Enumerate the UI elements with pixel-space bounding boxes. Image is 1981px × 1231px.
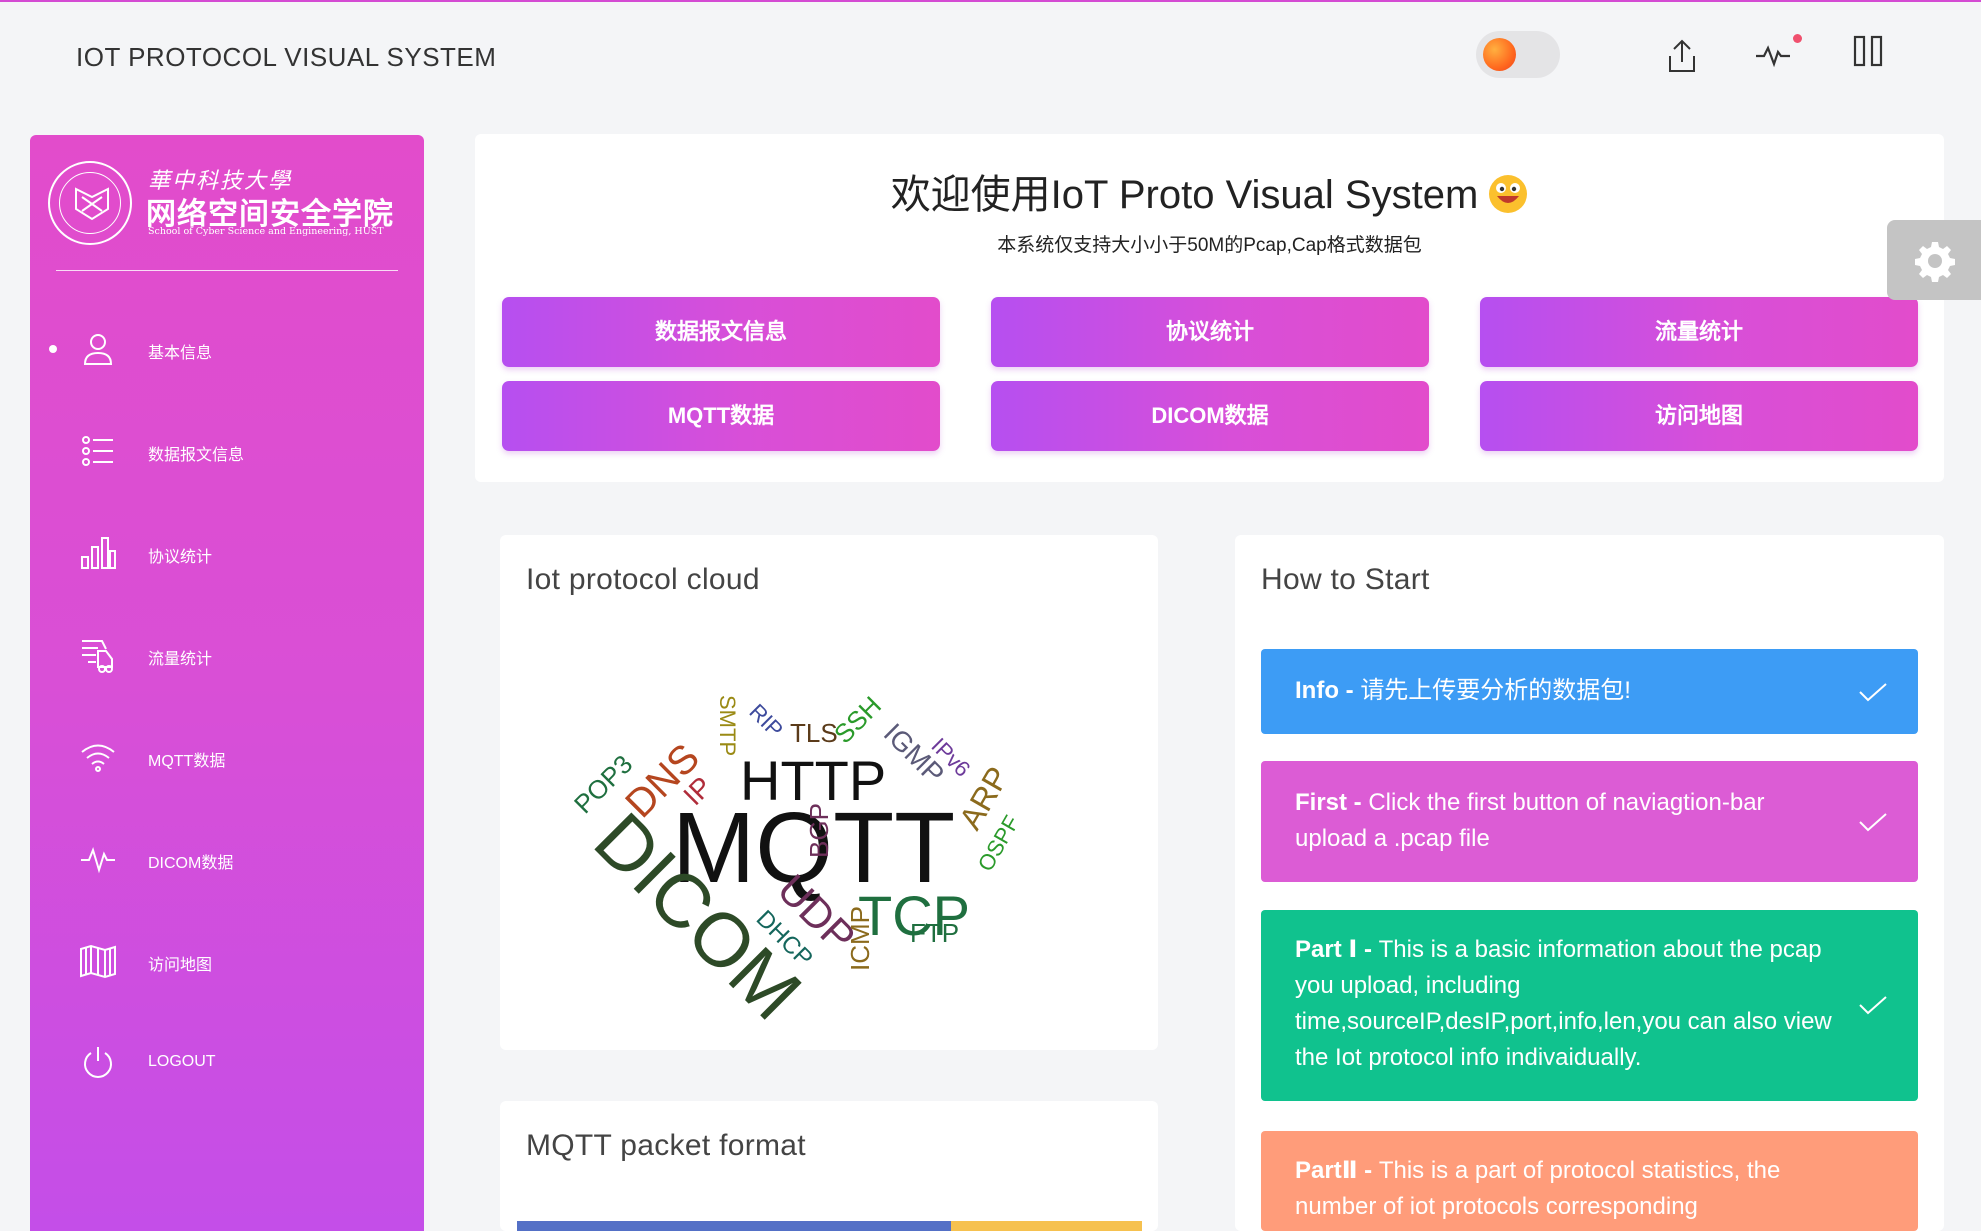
step-lead: PartⅡ - (1295, 1157, 1379, 1184)
sidebar-item-label: 访问地图 (148, 957, 213, 974)
map-icon (78, 941, 118, 981)
pulse-icon (78, 839, 118, 879)
mqtt-data-button[interactable]: MQTT数据 (502, 381, 940, 451)
sidebar-item-mqtt[interactable]: MQTT数据 (30, 727, 424, 787)
sidebar-item-protocol-stats[interactable]: 协议统计 (30, 523, 424, 583)
sidebar-item-packet-info[interactable]: 数据报文信息 (30, 421, 424, 481)
welcome-subtitle: 本系统仅支持大小小于50M的Pcap,Cap格式数据包 (997, 235, 1422, 256)
activity-icon[interactable] (1752, 34, 1796, 78)
step-lead: First - (1295, 789, 1369, 816)
access-map-button[interactable]: 访问地图 (1480, 381, 1918, 451)
sidebar-item-basic-info[interactable]: 基本信息 (30, 319, 424, 379)
user-icon (78, 329, 118, 369)
sidebar-item-label: 协议统计 (148, 549, 213, 566)
logo-school-english: School of Cyber Science and Engineering,… (148, 226, 384, 237)
list-icon (78, 431, 118, 471)
sidebar-item-traffic-stats[interactable]: 流量统计 (30, 625, 424, 685)
howto-title: How to Start (1261, 563, 1430, 596)
mqtt-format-card: MQTT packet format (500, 1101, 1158, 1231)
check-icon (1858, 682, 1888, 702)
step-part-two: PartⅡ - This is a part of protocol stati… (1261, 1131, 1918, 1231)
sidebar-item-dicom[interactable]: DICOM数据 (30, 829, 424, 889)
how-to-start-card: How to Start Info - 请先上传要分析的数据包! First -… (1235, 535, 1944, 1231)
welcome-title-text: 欢迎使用IoT Proto Visual System (890, 173, 1479, 217)
sidebar-item-label: LOGOUT (148, 1053, 216, 1070)
pause-icon[interactable] (1848, 34, 1892, 78)
protocol-cloud-card: Iot protocol cloud MQTT DICOM HTTP TCP U… (500, 535, 1158, 1050)
toggle-knob (1483, 38, 1516, 71)
grinning-face-icon (1489, 175, 1528, 213)
theme-toggle[interactable] (1476, 31, 1560, 78)
settings-tab[interactable] (1887, 220, 1981, 300)
welcome-title: 欢迎使用IoT Proto Visual System (475, 162, 1944, 220)
check-icon (1858, 995, 1888, 1015)
step-part-one: Part Ⅰ - This is a basic information abo… (1261, 910, 1918, 1101)
sidebar-item-logout[interactable]: LOGOUT (30, 1033, 424, 1093)
traffic-stats-button[interactable]: 流量统计 (1480, 297, 1918, 367)
sidebar-item-label: 数据报文信息 (148, 447, 245, 464)
upload-icon[interactable] (1660, 34, 1704, 78)
notification-dot (1793, 34, 1802, 43)
word-rip: RIP (744, 699, 788, 743)
protocol-stats-button[interactable]: 协议统计 (991, 297, 1429, 367)
word-cloud: MQTT DICOM HTTP TCP UDP DNS BGP ICMP DHC… (568, 690, 1024, 1036)
app-title: IOT PROTOCOL VISUAL SYSTEM (76, 42, 497, 72)
packet-info-button[interactable]: 数据报文信息 (502, 297, 940, 367)
gear-icon (1915, 242, 1955, 282)
step-lead: Info - (1295, 677, 1361, 704)
sidebar: 華中科技大學 网络空间安全学院 School of Cyber Science … (30, 135, 424, 1231)
sidebar-item-label: 基本信息 (148, 345, 213, 362)
active-indicator (49, 345, 57, 353)
dicom-data-button[interactable]: DICOM数据 (991, 381, 1429, 451)
seal-icon (48, 161, 132, 245)
sidebar-item-label: DICOM数据 (148, 855, 234, 872)
step-first: First - Click the first button of naviag… (1261, 761, 1918, 882)
word-http: HTTP (740, 749, 886, 812)
step-info: Info - 请先上传要分析的数据包! (1261, 649, 1918, 734)
traffic-icon (78, 635, 118, 675)
step-lead: Part Ⅰ - (1295, 936, 1379, 963)
sidebar-item-map[interactable]: 访问地图 (30, 931, 424, 991)
check-icon (1858, 812, 1888, 832)
sidebar-item-label: 流量统计 (148, 651, 213, 668)
word-ftp: FTP (910, 918, 959, 948)
welcome-card: 欢迎使用IoT Proto Visual System 本系统仅支持大小小于50… (475, 134, 1944, 482)
word-bgp: BGP (804, 803, 834, 858)
power-icon (78, 1043, 118, 1083)
mqtt-format-segment-2 (951, 1221, 1142, 1231)
sidebar-item-label: MQTT数据 (148, 753, 226, 770)
bar-chart-icon (78, 533, 118, 573)
mqtt-format-segment-1 (517, 1221, 951, 1231)
sidebar-divider (56, 270, 398, 271)
word-smtp: SMTP (715, 695, 740, 756)
step-text: 请先上传要分析的数据包! (1360, 677, 1631, 704)
wifi-icon (78, 737, 118, 777)
top-bar: IOT PROTOCOL VISUAL SYSTEM (0, 0, 1981, 115)
word-icmp: ICMP (845, 906, 875, 971)
word-tls: TLS (790, 718, 838, 748)
mqtt-card-title: MQTT packet format (526, 1129, 806, 1162)
university-logo: 華中科技大學 网络空间安全学院 School of Cyber Science … (48, 161, 408, 251)
